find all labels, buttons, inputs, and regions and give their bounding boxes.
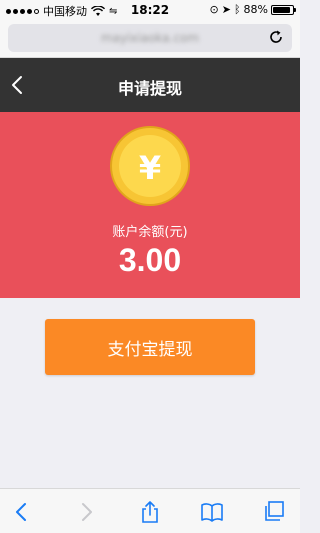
status-right: ⊙ ➤ ᛒ 88% bbox=[209, 3, 296, 16]
browser-toolbar bbox=[0, 488, 300, 533]
balance-amount: 3.00 bbox=[118, 242, 182, 278]
forward-icon[interactable] bbox=[74, 500, 98, 524]
back-icon[interactable] bbox=[10, 500, 34, 524]
balance-label: 账户余额(元) bbox=[112, 225, 188, 240]
share-icon[interactable] bbox=[138, 500, 162, 524]
page-header: 申请提现 bbox=[0, 58, 300, 112]
bookmarks-icon[interactable] bbox=[200, 500, 224, 524]
battery-icon bbox=[271, 4, 296, 15]
address-text: mayixiaoka.com bbox=[100, 31, 200, 45]
orientation-lock-icon: ⊙ bbox=[209, 3, 219, 16]
alipay-withdraw-button[interactable]: 支付宝提现 bbox=[45, 319, 255, 375]
reload-icon[interactable] bbox=[268, 29, 284, 45]
bluetooth-icon: ᛒ bbox=[233, 3, 241, 16]
location-icon: ➤ bbox=[221, 3, 231, 16]
tabs-icon[interactable] bbox=[262, 500, 286, 524]
battery-percent: 88% bbox=[243, 3, 268, 16]
battery-fill bbox=[273, 6, 290, 13]
address-bar[interactable]: mayixiaoka.com bbox=[8, 24, 292, 52]
status-bar: 中国移动 ⇋ 18:22 ⊙ ➤ ᛒ 88% bbox=[0, 0, 300, 20]
page-title: 申请提现 bbox=[117, 79, 182, 98]
coin-icon: ¥ bbox=[110, 126, 190, 206]
balance-panel: ¥ 账户余额(元) 3.00 bbox=[0, 112, 300, 298]
yuan-symbol: ¥ bbox=[138, 149, 162, 187]
coin-face: ¥ bbox=[119, 135, 181, 197]
browser-address-area: mayixiaoka.com bbox=[0, 20, 300, 58]
